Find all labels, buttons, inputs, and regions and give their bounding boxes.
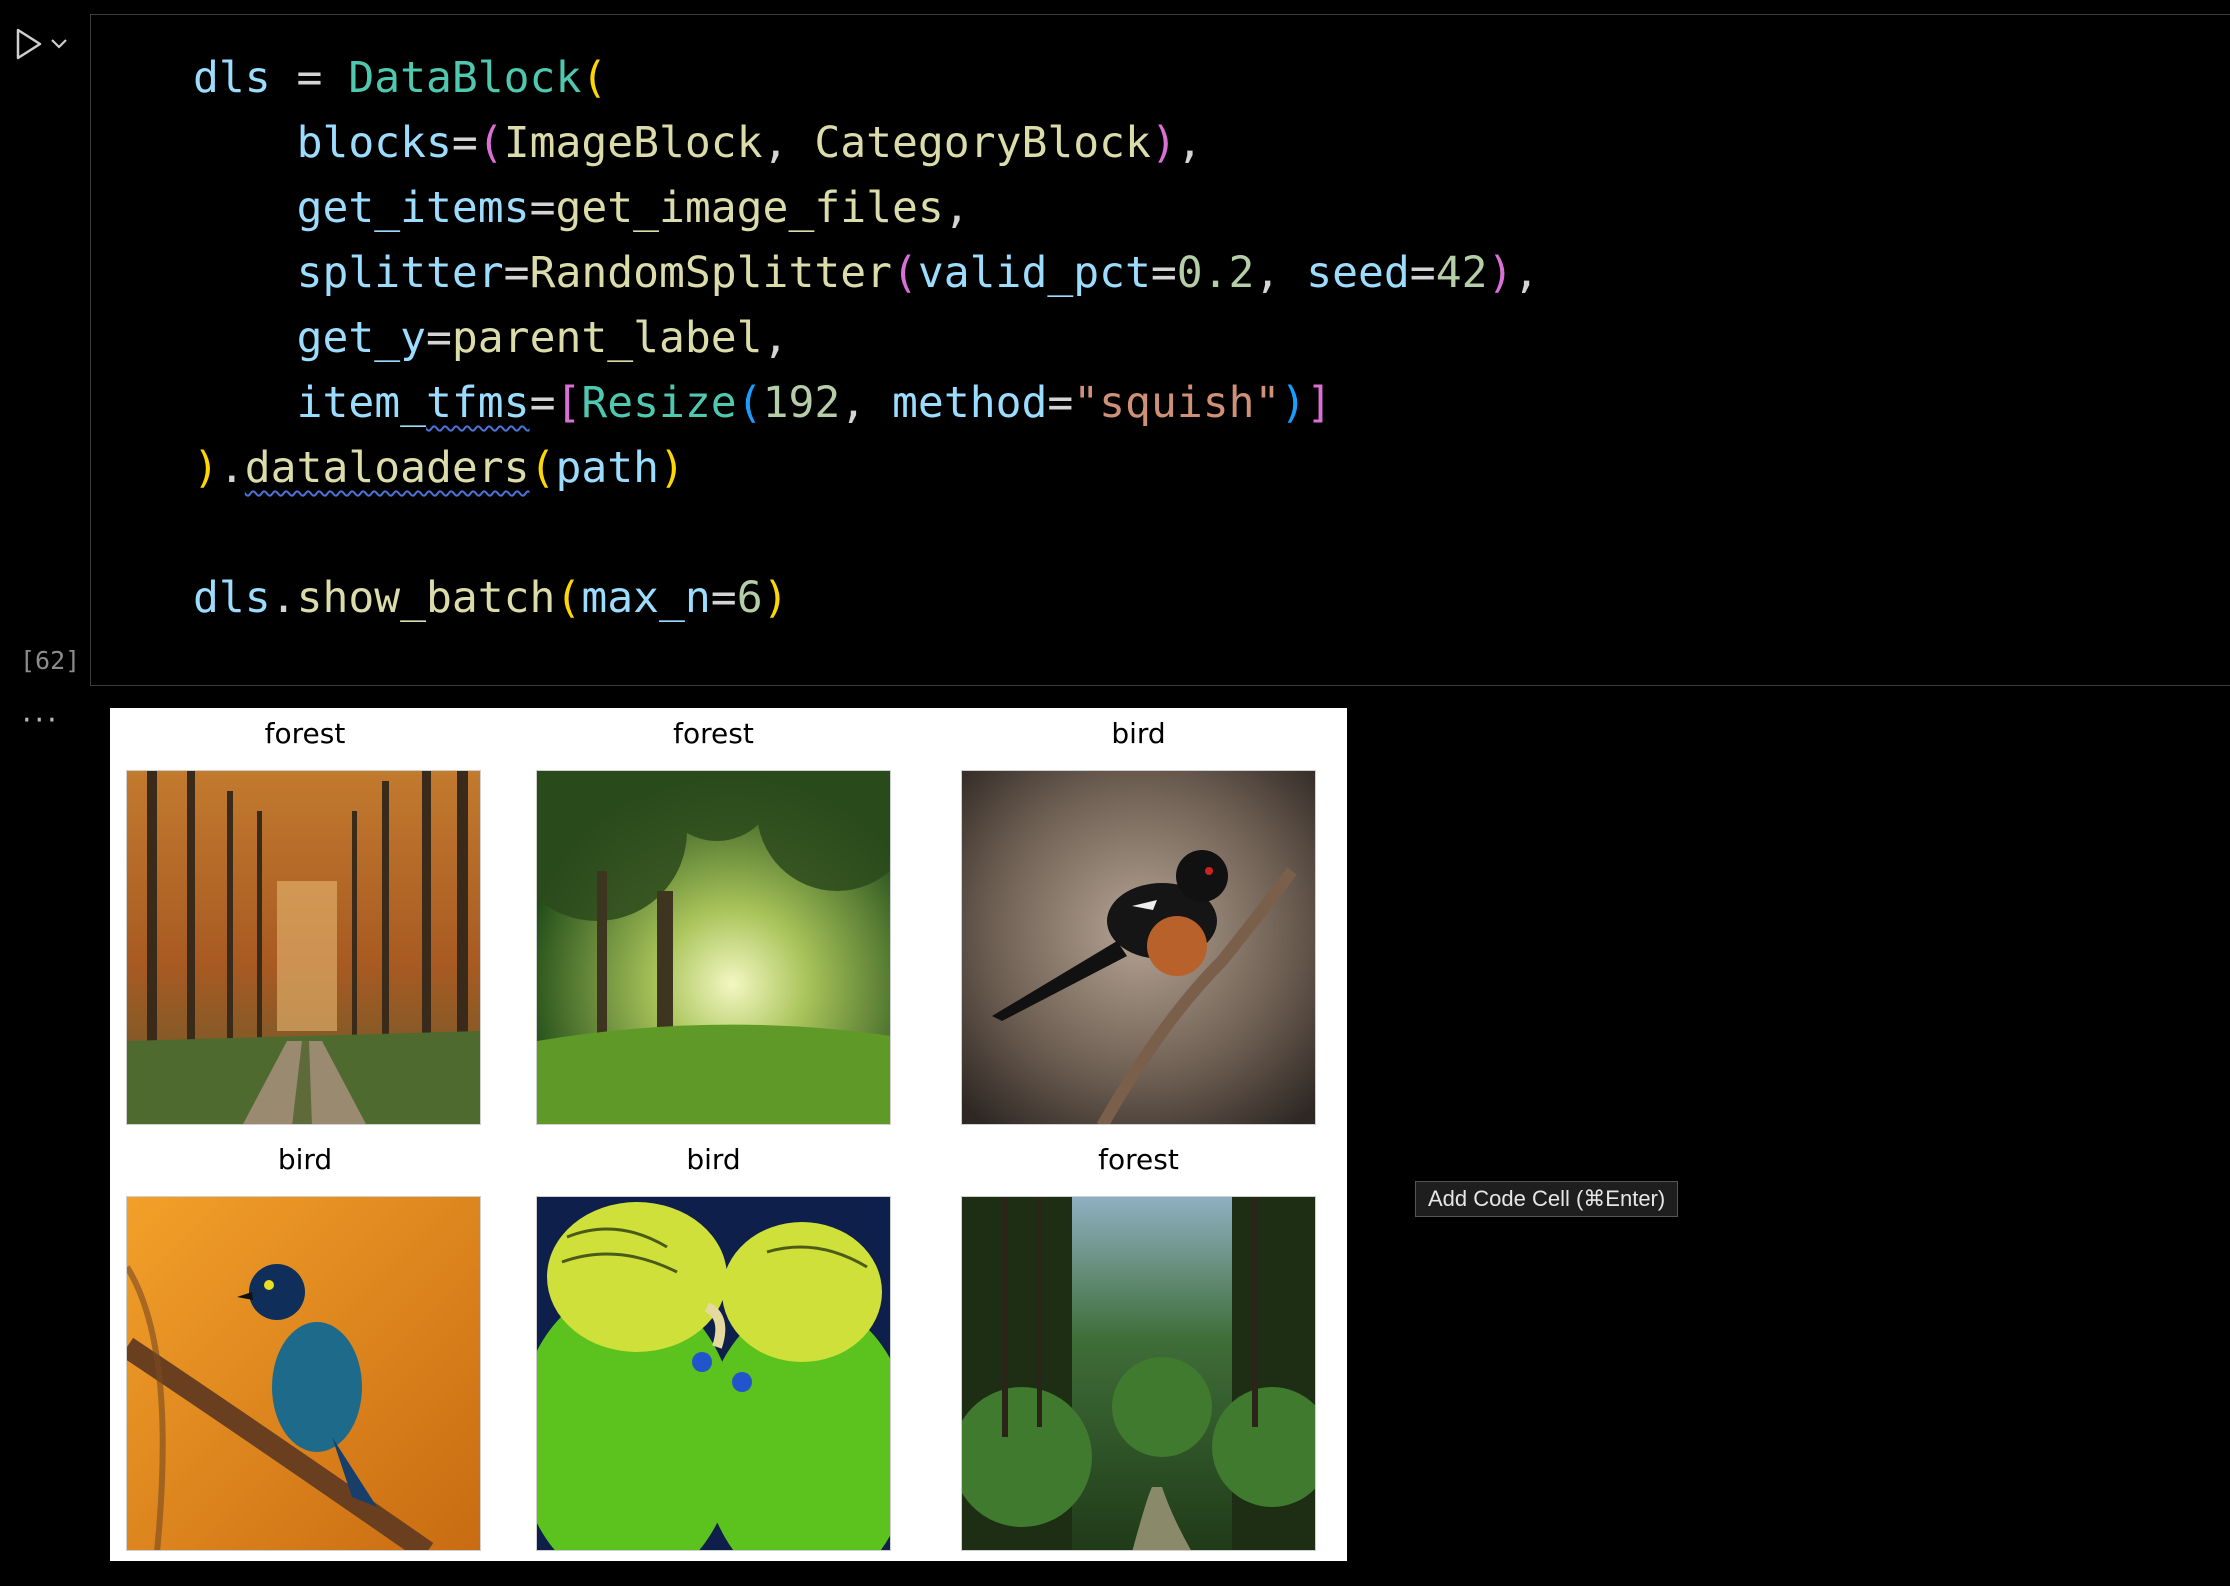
- image-autumn-forest: [126, 770, 481, 1125]
- panel-label: forest: [1098, 1143, 1179, 1176]
- code-line: blocks=(ImageBlock, CategoryBlock),: [296, 118, 1203, 168]
- code-line: dls.show_batch(max_n=6): [193, 573, 789, 623]
- show-batch-figure: forest forest bird bird bird forest: [110, 708, 1347, 1561]
- panel-label: forest: [673, 717, 754, 750]
- image-towhee-bird: [961, 770, 1316, 1125]
- add-code-cell-tooltip: Add Code Cell (⌘Enter): [1415, 1181, 1679, 1217]
- image-dense-forest: [961, 1196, 1316, 1551]
- panel-label: bird: [686, 1143, 741, 1176]
- run-controls: [14, 24, 84, 64]
- code-line: dls = DataBlock(: [193, 53, 608, 103]
- code-line: splitter=RandomSplitter(valid_pct=0.2, s…: [296, 248, 1540, 298]
- panel-label: forest: [264, 717, 346, 750]
- image-starling-bird: [126, 1196, 481, 1551]
- panel-label: bird: [1111, 717, 1166, 750]
- code-line: get_items=get_image_files,: [296, 183, 970, 233]
- panel-label: bird: [277, 1143, 333, 1176]
- code-line: get_y=parent_label,: [296, 313, 789, 363]
- code-line: item_tfms=[Resize(192, method="squish")]: [296, 378, 1333, 428]
- execution-count: [62]: [20, 646, 81, 675]
- run-icon[interactable]: [14, 27, 44, 61]
- chevron-down-icon[interactable]: [50, 38, 68, 50]
- image-budgerigars: [536, 1196, 891, 1551]
- code-line: ).dataloaders(path): [193, 443, 685, 493]
- ellipsis-icon[interactable]: ···: [22, 706, 60, 736]
- image-sunlit-forest: [536, 770, 891, 1125]
- code-editor[interactable]: dls = DataBlock( blocks=(ImageBlock, Cat…: [193, 46, 1539, 631]
